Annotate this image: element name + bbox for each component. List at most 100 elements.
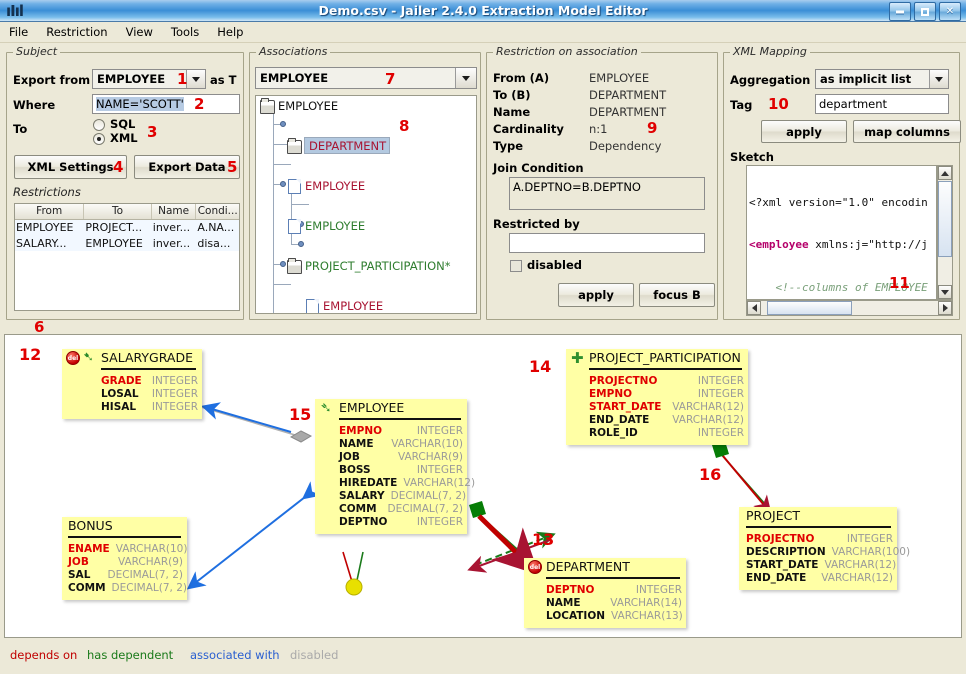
tree-item-employee-b[interactable]: EMPLOYEE (256, 216, 476, 236)
apply-restriction-button[interactable]: apply (558, 283, 634, 307)
join-condition-field[interactable]: A.DEPTNO=B.DEPTNO (509, 177, 705, 210)
scroll-right-button[interactable] (938, 301, 952, 315)
entity-project-participation[interactable]: ✚ PROJECT_PARTICIPATION PROJECTNOINTEGER… (566, 349, 748, 445)
column-type: INTEGER (371, 464, 463, 477)
chevron-down-icon[interactable] (186, 70, 205, 88)
restricted-by-input[interactable] (509, 233, 705, 253)
sketch-vertical-scrollbar[interactable] (937, 165, 953, 300)
entity-header: del ➷ SALARYGRADE (62, 349, 202, 370)
tree-item-employee-root[interactable]: EMPLOYEE (256, 96, 476, 116)
tree-expander[interactable] (280, 121, 286, 127)
associations-tree[interactable]: EMPLOYEE DEPARTMENT 8 EMPLOYEE EMPLOYEE … (255, 95, 477, 314)
column-name: JOB (68, 556, 89, 569)
column-row: GRADEINTEGER (101, 375, 198, 388)
tag-input[interactable]: department (815, 94, 949, 114)
entity-title: EMPLOYEE (339, 400, 404, 415)
associations-combo[interactable]: EMPLOYEE (255, 67, 477, 89)
tree-item-employee-c[interactable]: EMPLOYEE (256, 296, 476, 314)
entity-columns: GRADEINTEGER LOSALINTEGER HISALINTEGER (62, 370, 202, 419)
field-label-type: Type (493, 139, 523, 153)
tree-item-label: EMPLOYEE (305, 176, 365, 196)
radio-sql-label: SQL (110, 117, 135, 131)
where-value: NAME='SCOTT' (96, 97, 184, 111)
focus-b-label: focus B (653, 288, 701, 302)
tree-item-project-participation[interactable]: PROJECT_PARTICIPATION* (256, 256, 476, 276)
restricted-by-label: Restricted by (493, 217, 580, 231)
entity-title: DEPARTMENT (546, 559, 630, 574)
column-name: PROJECTNO (589, 375, 657, 388)
column-header-to[interactable]: To (84, 204, 151, 219)
cell-to: EMPLOYEE (84, 236, 151, 252)
menu-help[interactable]: Help (208, 22, 252, 42)
tree-expander[interactable] (298, 241, 304, 247)
tree-item-employee-a[interactable]: EMPLOYEE (256, 176, 476, 196)
chevron-down-icon[interactable] (929, 70, 948, 88)
legend-depends-on: depends on (10, 648, 77, 662)
scroll-thumb-horizontal[interactable] (767, 301, 852, 315)
scroll-down-button[interactable] (938, 285, 952, 299)
column-type: VARCHAR(12) (806, 572, 893, 585)
menu-view[interactable]: View (117, 22, 162, 42)
edge-projpart-project-red (723, 456, 769, 511)
column-type: INTEGER (142, 375, 198, 388)
legend-disabled: disabled (290, 648, 338, 662)
menu-restriction[interactable]: Restriction (37, 22, 116, 42)
marker-8: 8 (399, 117, 409, 135)
xml-settings-label: XML Settings (28, 160, 114, 174)
entity-bonus[interactable]: BONUS ENAMEVARCHAR(10) JOBVARCHAR(9) SAL… (62, 517, 187, 600)
column-header-name[interactable]: Name (152, 204, 197, 219)
er-diagram-canvas[interactable]: 12 14 15 13 16 del ➷ SALARYGRADE GRADEIN… (4, 334, 962, 638)
column-name: EMPNO (339, 425, 382, 438)
cell-from: SALARY... (15, 236, 84, 252)
export-from-combo[interactable]: EMPLOYEE (92, 69, 206, 89)
tree-item-department[interactable]: DEPARTMENT (256, 136, 476, 156)
entity-project[interactable]: PROJECT PROJECTNOINTEGER DESCRIPTIONVARC… (739, 507, 897, 590)
entity-department[interactable]: del DEPARTMENT DEPTNOINTEGER NAMEVARCHAR… (524, 558, 686, 628)
column-header-from[interactable]: From (15, 204, 84, 219)
menu-tools[interactable]: Tools (162, 22, 208, 42)
scroll-left-button[interactable] (747, 301, 761, 315)
aggregation-value: as implicit list (816, 72, 929, 86)
entity-salarygrade[interactable]: del ➷ SALARYGRADE GRADEINTEGER LOSALINTE… (62, 349, 202, 419)
column-row: START_DATEVARCHAR(12) (589, 401, 744, 414)
edge-salarygrade-employee (201, 407, 295, 435)
chevron-down-icon[interactable] (455, 68, 476, 88)
maximize-button[interactable] (914, 2, 936, 21)
aggregation-combo[interactable]: as implicit list (815, 69, 949, 89)
disabled-checkbox[interactable] (510, 260, 522, 272)
menu-file[interactable]: File (0, 22, 37, 42)
radio-sql[interactable] (93, 119, 105, 131)
focus-b-button[interactable]: focus B (639, 283, 715, 307)
radio-xml[interactable] (93, 133, 105, 145)
square-handle-department (469, 501, 486, 518)
column-row: DEPTNOINTEGER (339, 516, 463, 529)
entity-employee[interactable]: ➴ EMPLOYEE EMPNOINTEGER NAMEVARCHAR(10) … (315, 399, 467, 534)
table-row[interactable]: SALARY... EMPLOYEE inver... disa... (15, 236, 239, 252)
map-columns-button[interactable]: map columns (853, 120, 961, 143)
close-button[interactable]: ✕ (939, 2, 961, 21)
scroll-up-button[interactable] (938, 166, 952, 180)
scroll-thumb-vertical[interactable] (938, 181, 952, 257)
column-header-condition[interactable]: Condi... (196, 204, 239, 219)
column-name: COMM (68, 582, 106, 595)
restrictions-table[interactable]: From To Name Condi... EMPLOYEE PROJECT..… (14, 203, 240, 311)
menu-bar: File Restriction View Tools Help (0, 22, 966, 43)
column-type: DECIMAL(7, 2) (385, 490, 466, 503)
column-row: DEPTNOINTEGER (546, 584, 682, 597)
export-data-button[interactable]: Export Data (134, 155, 240, 179)
column-type: INTEGER (139, 388, 198, 401)
minimize-button[interactable] (889, 2, 911, 21)
column-row: JOBVARCHAR(9) (339, 451, 463, 464)
where-input[interactable]: NAME='SCOTT' (92, 94, 240, 114)
sketch-horizontal-scrollbar[interactable] (746, 300, 953, 316)
table-row[interactable]: EMPLOYEE PROJECT... inver... A.NA... (15, 220, 239, 236)
column-row: ROLE_IDINTEGER (589, 427, 744, 440)
column-name: END_DATE (589, 414, 649, 427)
apply-mapping-button[interactable]: apply (761, 120, 847, 143)
column-type: VARCHAR(12) (661, 401, 744, 414)
column-name: LOSAL (101, 388, 139, 401)
xml-settings-button[interactable]: XML Settings (14, 155, 127, 179)
field-label-to: To (B) (493, 88, 531, 102)
column-row: BOSSINTEGER (339, 464, 463, 477)
column-row: PROJECTNOINTEGER (746, 533, 893, 546)
